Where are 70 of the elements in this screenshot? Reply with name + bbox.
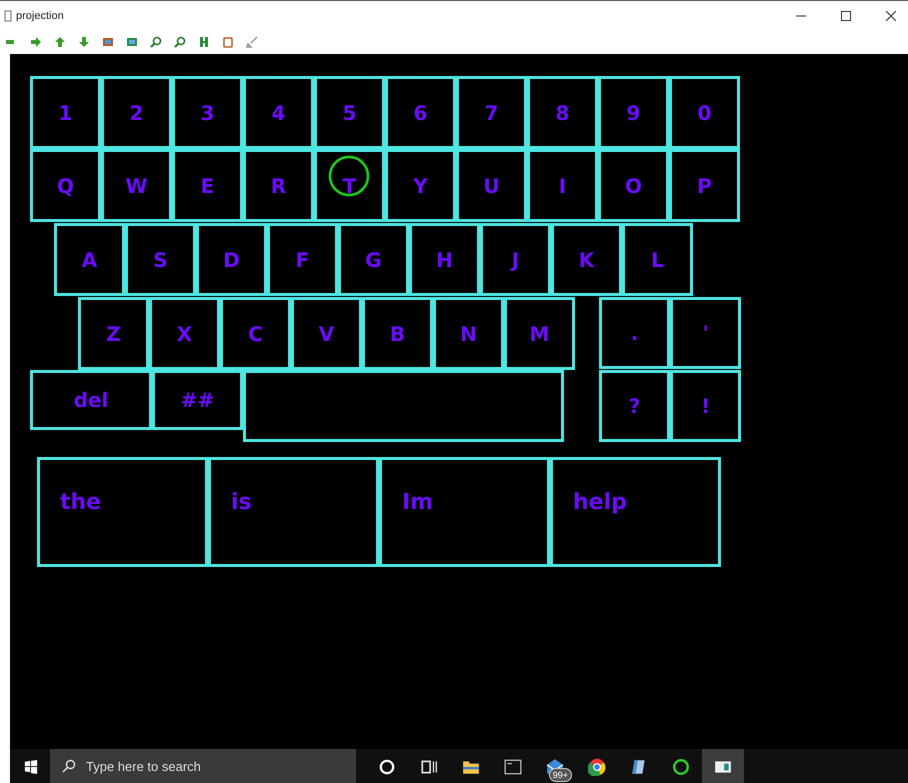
keyboard-key[interactable]: O xyxy=(598,149,669,222)
keyboard-key[interactable]: A xyxy=(54,223,125,296)
word-key[interactable]: the xyxy=(37,457,208,567)
cursor-ring-icon xyxy=(328,155,370,197)
down-arrow-icon[interactable] xyxy=(78,36,90,48)
windows-start-icon[interactable] xyxy=(24,760,38,774)
word-key[interactable]: Im xyxy=(379,457,550,567)
keyboard-key[interactable]: ' xyxy=(670,297,741,369)
keyboard-key[interactable]: 2 xyxy=(101,76,172,149)
word-key[interactable]: help xyxy=(550,457,721,567)
clipboard-icon[interactable] xyxy=(222,36,234,48)
keyboard-key[interactable]: I xyxy=(527,149,598,222)
keyboard-key[interactable]: del xyxy=(30,370,152,430)
keyboard-key[interactable]: B xyxy=(362,297,433,370)
app-icon xyxy=(4,10,12,22)
keyboard-key[interactable]: C xyxy=(220,297,291,370)
keyboard-key[interactable]: Q xyxy=(30,149,101,222)
keyboard-key[interactable]: K xyxy=(551,223,622,296)
keyboard-key[interactable]: J xyxy=(480,223,551,296)
keyboard-key[interactable]: E xyxy=(172,149,243,222)
keyboard-key[interactable]: L xyxy=(622,223,693,296)
keyboard-key[interactable]: F xyxy=(267,223,338,296)
keyboard-key[interactable]: ! xyxy=(670,370,741,442)
active-app-button[interactable] xyxy=(702,749,744,783)
search-field[interactable]: Type here to search xyxy=(50,749,356,783)
keyboard-key[interactable]: Z xyxy=(78,297,149,370)
maximize-icon[interactable] xyxy=(841,11,851,21)
keyboard-key[interactable]: 0 xyxy=(669,76,740,149)
keyboard-key[interactable]: N xyxy=(433,297,504,370)
keyboard-key[interactable]: 7 xyxy=(456,76,527,149)
task-view-icon[interactable] xyxy=(420,758,438,776)
right-arrow-icon[interactable] xyxy=(30,36,42,48)
keyboard-key[interactable]: 1 xyxy=(30,76,101,149)
space-key[interactable] xyxy=(243,370,564,442)
keyboard-key[interactable]: H xyxy=(409,223,480,296)
brush-icon[interactable] xyxy=(246,36,258,48)
keyboard-key[interactable]: 6 xyxy=(385,76,456,149)
ring-icon[interactable] xyxy=(672,758,690,776)
keyboard-key[interactable]: ? xyxy=(599,370,670,442)
keyboard-key[interactable]: . xyxy=(599,297,670,369)
circle-icon[interactable] xyxy=(378,758,396,776)
up-arrow-icon[interactable] xyxy=(54,36,66,48)
keyboard-key[interactable]: G xyxy=(338,223,409,296)
keyboard-key[interactable]: 8 xyxy=(527,76,598,149)
close-icon[interactable] xyxy=(886,11,896,21)
keyboard-key[interactable]: P xyxy=(669,149,740,222)
zoom-icon[interactable] xyxy=(174,36,186,48)
keyboard-key[interactable]: T xyxy=(314,149,385,222)
keyboard-key[interactable]: Y xyxy=(385,149,456,222)
window-title: projection xyxy=(16,10,64,22)
browser-icon[interactable] xyxy=(588,758,606,776)
keyboard-key[interactable]: 9 xyxy=(598,76,669,149)
keyboard-key[interactable]: D xyxy=(196,223,267,296)
keyboard-key[interactable]: V xyxy=(291,297,362,370)
zoom-icon[interactable] xyxy=(150,36,162,48)
keyboard-key[interactable]: 3 xyxy=(172,76,243,149)
picture-icon[interactable] xyxy=(126,36,138,48)
keyboard-key[interactable]: U xyxy=(456,149,527,222)
keyboard-key[interactable]: S xyxy=(125,223,196,296)
keyboard-key[interactable]: R xyxy=(243,149,314,222)
keyboard-key[interactable]: M xyxy=(504,297,575,370)
image-icon[interactable] xyxy=(102,36,114,48)
terminal-icon[interactable] xyxy=(504,758,522,776)
word-key[interactable]: is xyxy=(208,457,379,567)
keyboard-key[interactable]: W xyxy=(101,149,172,222)
keyboard-key[interactable]: 5 xyxy=(314,76,385,149)
keyboard-key[interactable]: X xyxy=(149,297,220,370)
keyboard-key[interactable]: ## xyxy=(152,370,243,430)
keyboard-key[interactable]: 4 xyxy=(243,76,314,149)
mail-badge: 99+ xyxy=(548,768,572,782)
